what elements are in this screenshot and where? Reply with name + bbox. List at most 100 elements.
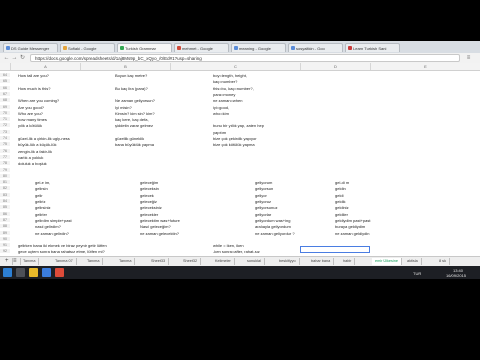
cell-c[interactable]: geliyorsunuz [255,205,277,210]
cell-a[interactable]: When are you coming? [18,98,59,103]
forward-icon[interactable]: → [11,54,18,62]
cell-a[interactable]: güzel-lik a çirkin-lik ugly-ness [18,136,70,141]
cell-d[interactable]: geldin [335,186,346,191]
cell-b[interactable]: geleceksin [140,186,159,191]
cell-d[interactable]: geldi [335,193,343,198]
cell-c[interactable]: boy=length, height, [213,73,247,78]
cell-c[interactable]: iyi=good, [213,105,229,110]
row-number[interactable]: 67 [0,91,10,96]
cell-c[interactable]: -ken sonra=after, rahat-sız [213,249,260,254]
clock-date[interactable]: 16/09/2015 [446,273,466,278]
cell-b[interactable]: ne zaman gelecektin? [140,231,179,236]
column-header[interactable]: C [170,63,300,70]
cell-a[interactable]: gece uçtem sonra bana rahatsız etme, lüt… [18,249,105,254]
row-number[interactable]: 90 [0,236,10,241]
cell-d[interactable]: geldiydim past+past [335,218,370,223]
cell-a[interactable]: gelirdim simple+past [35,218,72,223]
cell-b[interactable]: Boyun kaç metre? [115,73,147,78]
column-header[interactable]: E [370,63,480,70]
sheet-tab[interactable]: 8 sk [436,258,450,265]
cell-a[interactable]: gelirsiniz [35,205,51,210]
row-number[interactable]: 89 [0,230,10,235]
cell-d[interactable]: ne zaman geldiydin [335,231,369,236]
row-number[interactable]: 83 [0,192,10,197]
cell-a[interactable]: Are you good? [18,105,44,110]
cell-c[interactable]: ne zaman geliyordur ? [255,231,295,236]
cell-a[interactable]: gelirsin [35,186,48,191]
browser-tab[interactable]: Sofiaki - Google [60,43,115,52]
cell-a[interactable]: gel-e im, [35,180,50,185]
cell-a[interactable]: büyük-lük a küçük-lük [18,142,56,147]
row-number[interactable]: 77 [0,154,10,159]
chrome-icon[interactable] [55,268,64,277]
browser-tab[interactable]: DS Guide Messenger [3,43,58,52]
cell-b[interactable]: Iyi misin? [115,105,132,110]
sheet-tab[interactable]: Tanıma 07 [52,258,77,265]
cell-b[interactable]: bana büyüklük yapma [115,142,154,147]
cell-b[interactable]: Ne zaman geliyorsun? [115,98,155,103]
cell-b[interactable]: geleceğim [140,180,158,185]
cell-b[interactable]: gelecektim was+future [140,218,180,223]
cell-c[interactable]: geliyorum [255,180,272,185]
column-header[interactable]: B [80,63,170,70]
cell-a[interactable]: Who are you? [18,111,43,116]
cell-b[interactable]: geleceksiniz [140,205,162,210]
cell-a[interactable]: gelirken bana iki ekmek ve biraz peynir … [18,243,107,248]
row-number[interactable]: 84 [0,199,10,203]
row-number[interactable]: 65 [0,79,10,84]
row-number[interactable]: 75 [0,142,10,147]
row-number[interactable]: 73 [0,129,10,134]
cell-c[interactable]: aralıayla geliyordum [255,224,291,229]
cell-b[interactable]: Bu kaç lira (para)? [115,86,148,91]
edge-icon[interactable] [42,268,51,277]
cell-b[interactable]: geleceğiz [140,199,157,204]
menu-icon[interactable]: ≡ [465,54,472,62]
cell-b[interactable]: kaç kere, kaç defa, [115,117,149,122]
row-number[interactable]: 68 [0,98,10,103]
sheet-tab[interactable]: Sheet32 [180,258,202,265]
address-bar[interactable]: https://docs.google.com/spreadsheets/d/1… [30,54,460,62]
sheet-tab[interactable]: habir [340,258,356,265]
row-number[interactable]: 82 [0,186,10,191]
cell-c[interactable]: ne zaman=when [213,98,242,103]
cell-a[interactable]: gelirler [35,212,47,217]
row-number[interactable]: 79 [0,167,10,172]
cell-c[interactable]: geliyorsun [255,186,273,191]
cell-a[interactable]: ne zaman gelirdin? [35,231,69,236]
sheet-tab[interactable]: Sheet33 [148,258,170,265]
browser-tab[interactable]: sosyaltkin - Goo [288,43,343,52]
cell-a[interactable]: nasıl gelirdim? [35,224,61,229]
cell-d[interactable]: geldiniz [335,205,349,210]
search-icon[interactable] [16,268,25,277]
sheet-tab[interactable]: sonuklal [244,258,265,265]
cell-b[interactable]: güzellik güneklik [115,136,144,141]
cell-c[interactable]: who=kim [213,111,229,116]
row-number[interactable]: 66 [0,85,10,90]
language-indicator[interactable]: TUR [413,271,421,276]
row-number[interactable]: 91 [0,243,10,248]
cell-a[interactable]: How much is this? [18,86,50,91]
reload-icon[interactable]: ↻ [19,54,26,62]
column-header[interactable]: D [300,63,370,70]
column-header[interactable]: A [10,63,80,70]
row-number[interactable]: 74 [0,136,10,140]
row-number[interactable]: 88 [0,224,10,229]
cell-b[interactable]: Kimsin? kim sin? kim? [115,111,155,116]
selected-cell[interactable] [300,246,370,253]
row-number[interactable]: 72 [0,123,10,128]
row-number[interactable]: 81 [0,180,10,185]
cell-a[interactable]: yılik a kötülük [18,123,42,128]
row-number[interactable]: 87 [0,217,10,222]
cell-c[interactable]: bize çok çekirdik yapıyor [213,136,257,141]
sheet-list-icon[interactable]: ≡ [10,258,21,265]
row-number[interactable]: 86 [0,211,10,216]
cell-d[interactable]: geldik [335,199,345,204]
cell-c[interactable]: bunu bir yıllık yap, zaten hep [213,123,264,128]
cell-c[interactable]: kaç=number? [213,79,237,84]
start-icon[interactable] [3,268,12,277]
sheet-tab[interactable]: Tanıma [84,258,104,265]
cell-a[interactable]: varlık a yokluk [18,155,43,160]
browser-tab[interactable]: Turkish Grammar [117,43,172,52]
cell-b[interactable]: gelecekler [140,212,158,217]
cell-b[interactable]: gelecek [140,193,154,198]
